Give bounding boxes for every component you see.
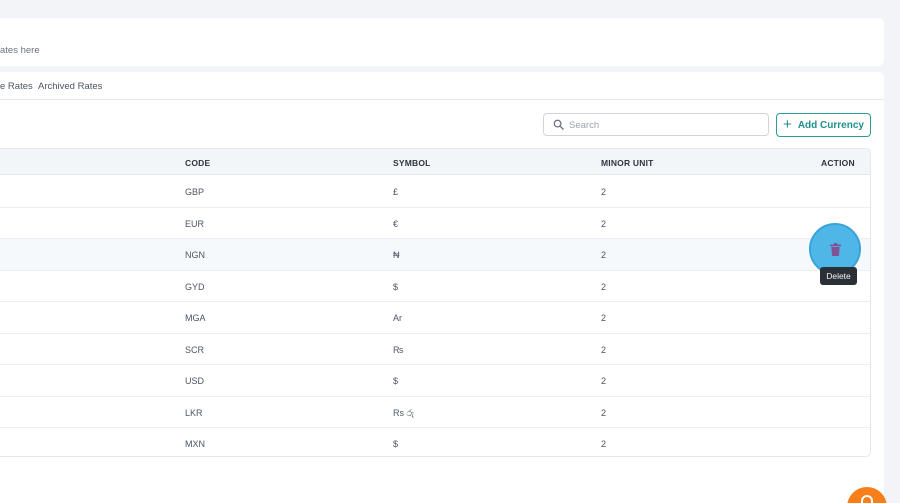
- table-row[interactable]: MXN $ 2: [0, 428, 870, 456]
- table-row[interactable]: NGN ₦ 2: [0, 239, 870, 271]
- cell-code: SCR: [185, 344, 205, 355]
- cell-symbol: £: [393, 187, 399, 197]
- cell-symbol: Rs රු: [393, 407, 415, 418]
- cell-code: USD: [185, 376, 205, 386]
- cell-minor-unit: 2: [601, 281, 607, 292]
- delete-tooltip: Delete: [820, 267, 857, 285]
- rates-card: e Rates Archived Rates + Add Currency CO…: [0, 72, 884, 503]
- cell-code: NGN: [185, 250, 205, 260]
- table-row[interactable]: GYD $ 2: [0, 271, 870, 302]
- cell-code: GYD: [185, 281, 205, 292]
- cell-minor-unit: 2: [601, 313, 607, 323]
- column-header-action: ACTION: [821, 158, 855, 168]
- cell-symbol: $: [393, 376, 399, 386]
- cell-code: EUR: [185, 218, 205, 229]
- search-box[interactable]: [543, 113, 769, 136]
- cell-code: LKR: [185, 407, 203, 418]
- plus-icon: +: [783, 116, 792, 133]
- cell-minor-unit: 2: [601, 250, 607, 260]
- tab-archived-rates[interactable]: Archived Rates: [38, 81, 102, 92]
- cell-symbol: Ar: [393, 313, 402, 323]
- trash-icon: [830, 243, 841, 256]
- tab-bar: e Rates Archived Rates: [0, 72, 884, 100]
- column-header-code[interactable]: CODE: [185, 158, 210, 168]
- table-row[interactable]: EUR € 2: [0, 208, 870, 239]
- page-subtitle: ates here: [0, 45, 40, 56]
- cell-symbol: ₦: [393, 250, 400, 260]
- table-row[interactable]: SCR ₨ 2: [0, 334, 870, 365]
- table-header: CODE SYMBOL MINOR UNIT ACTION: [0, 149, 870, 175]
- search-icon: [553, 119, 564, 130]
- table-row[interactable]: LKR Rs රු 2: [0, 397, 870, 428]
- cell-symbol: ₨: [393, 344, 404, 355]
- column-header-minor-unit[interactable]: MINOR UNIT: [601, 158, 654, 168]
- cell-code: MXN: [185, 439, 205, 449]
- help-icon: [861, 495, 873, 503]
- cell-minor-unit: 2: [601, 439, 607, 449]
- header-card: ates here: [0, 18, 884, 66]
- cell-minor-unit: 2: [601, 187, 607, 197]
- cell-symbol: €: [393, 218, 399, 229]
- add-currency-label: Add Currency: [797, 119, 864, 131]
- cell-code: MGA: [185, 313, 206, 323]
- table-row[interactable]: MGA Ar 2: [0, 302, 870, 334]
- cell-minor-unit: 2: [601, 218, 607, 229]
- cell-minor-unit: 2: [601, 376, 607, 386]
- currency-table: CODE SYMBOL MINOR UNIT ACTION GBP £ 2 EU…: [0, 148, 871, 457]
- add-currency-button[interactable]: + Add Currency: [776, 113, 871, 137]
- column-header-symbol[interactable]: SYMBOL: [393, 158, 431, 168]
- search-input[interactable]: [569, 116, 759, 134]
- cell-code: GBP: [185, 187, 205, 197]
- table-row[interactable]: GBP £ 2: [0, 176, 870, 208]
- cell-minor-unit: 2: [601, 344, 607, 355]
- tab-exchange-rates[interactable]: e Rates: [0, 81, 33, 92]
- cell-minor-unit: 2: [601, 407, 607, 418]
- cell-symbol: $: [393, 281, 399, 292]
- table-row[interactable]: USD $ 2: [0, 365, 870, 397]
- cell-symbol: $: [393, 439, 399, 449]
